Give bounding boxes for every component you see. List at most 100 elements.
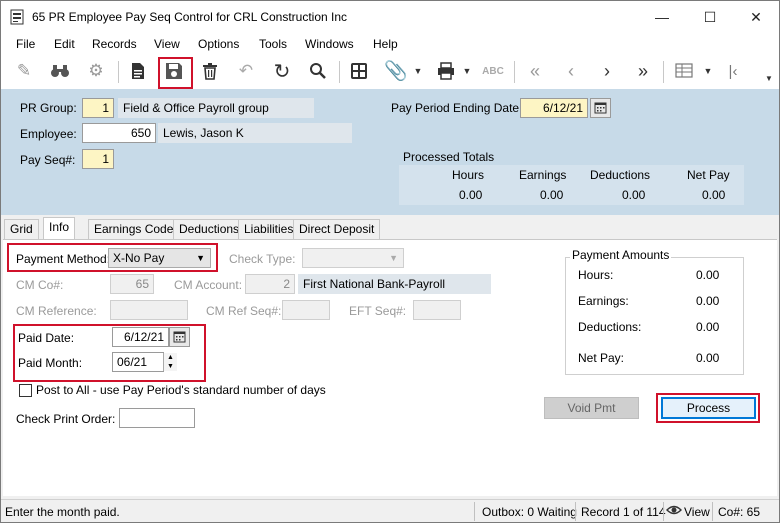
pr-group-description: Field & Office Payroll group bbox=[118, 98, 314, 118]
process-highlight bbox=[656, 393, 760, 423]
cm-reference-label: CM Reference: bbox=[16, 304, 97, 318]
cm-co-field[interactable]: 65 bbox=[110, 274, 154, 294]
print-icon[interactable] bbox=[434, 59, 458, 83]
calendar-icon[interactable] bbox=[590, 98, 611, 118]
chevron-down-icon[interactable]: ▼ bbox=[460, 59, 474, 83]
menu-windows[interactable]: Windows bbox=[305, 37, 354, 51]
status-separator bbox=[474, 502, 475, 521]
app-icon bbox=[10, 9, 24, 25]
post-to-all-label: Post to All - use Pay Period's standard … bbox=[36, 383, 326, 397]
post-to-all-checkbox[interactable] bbox=[19, 384, 32, 397]
toolbar-overflow-icon[interactable]: ▼ bbox=[763, 71, 775, 85]
delete-icon[interactable] bbox=[198, 59, 222, 83]
tab-info[interactable]: Info bbox=[43, 217, 76, 239]
tab-strip: Grid Info Earnings Codes Deductions Liab… bbox=[1, 217, 779, 239]
eye-icon[interactable] bbox=[666, 503, 682, 520]
pa-net-pay-label: Net Pay: bbox=[578, 351, 625, 365]
record-status: Record 1 of 114 bbox=[581, 505, 666, 519]
menu-tools[interactable]: Tools bbox=[259, 37, 287, 51]
totals-earnings-value: 0.00 bbox=[540, 188, 564, 202]
tab-liabilities[interactable]: Liabilities bbox=[238, 219, 300, 239]
last-record-icon[interactable]: » bbox=[631, 59, 655, 83]
totals-net-pay-value: 0.00 bbox=[702, 188, 726, 202]
eft-seq-field[interactable] bbox=[413, 300, 461, 320]
check-print-order-field[interactable] bbox=[119, 408, 195, 428]
previous-record-icon[interactable]: ‹ bbox=[559, 59, 583, 83]
menu-records[interactable]: Records bbox=[92, 37, 137, 51]
toolbar-separator bbox=[663, 61, 664, 83]
employee-name: Lewis, Jason K bbox=[158, 123, 352, 143]
document-icon[interactable] bbox=[126, 59, 150, 83]
pa-hours-value: 0.00 bbox=[696, 268, 720, 282]
undo-icon[interactable]: ↶ bbox=[234, 59, 258, 83]
payment-amounts-title: Payment Amounts bbox=[570, 248, 672, 262]
calculator-icon[interactable] bbox=[347, 59, 371, 83]
totals-hours-label: Hours bbox=[452, 168, 485, 182]
cm-ref-seq-field[interactable] bbox=[282, 300, 330, 320]
payment-method-highlight bbox=[7, 243, 218, 272]
close-button[interactable]: ✕ bbox=[733, 1, 779, 33]
pr-group-field[interactable]: 1 bbox=[82, 98, 114, 118]
info-panel: Payment Method: X-No Pay ▼ Check Type: ▼… bbox=[3, 239, 777, 496]
menu-file[interactable]: File bbox=[16, 37, 35, 51]
refresh-icon[interactable]: ↻ bbox=[270, 59, 294, 83]
employee-field[interactable]: 650 bbox=[82, 123, 156, 143]
binoculars-icon[interactable] bbox=[48, 59, 72, 83]
pay-period-field[interactable]: 6/12/21 bbox=[520, 98, 588, 118]
save-highlight bbox=[158, 57, 193, 89]
totals-hours-value: 0.00 bbox=[459, 188, 483, 202]
minimize-button[interactable]: — bbox=[639, 1, 685, 33]
gear-icon[interactable]: ⚙ bbox=[84, 59, 108, 83]
spellcheck-icon[interactable]: ABC bbox=[481, 59, 505, 83]
totals-earnings-label: Earnings bbox=[519, 168, 567, 182]
pa-deductions-label: Deductions: bbox=[578, 320, 642, 334]
totals-net-pay-label: Net Pay bbox=[687, 168, 730, 182]
pa-hours-label: Hours: bbox=[578, 268, 614, 282]
toolbar-separator bbox=[514, 61, 515, 83]
employee-label: Employee: bbox=[20, 127, 77, 141]
tab-direct-deposit[interactable]: Direct Deposit bbox=[293, 219, 381, 239]
grid-settings-icon[interactable] bbox=[673, 59, 697, 83]
window-title: 65 PR Employee Pay Seq Control for CRL C… bbox=[32, 10, 348, 24]
cm-account-field[interactable]: 2 bbox=[245, 274, 295, 294]
toolbar: ✎ ⚙ ↶ ↻ 📎 ▼ ▼ ABC « ‹ › » ▼ |‹ ▼ bbox=[1, 55, 779, 90]
search-icon[interactable] bbox=[306, 59, 330, 83]
first-record-icon[interactable]: « bbox=[523, 59, 547, 83]
attachment-icon[interactable]: 📎 bbox=[384, 59, 408, 83]
pr-group-label: PR Group: bbox=[20, 101, 77, 115]
collapse-left-icon[interactable]: |‹ bbox=[721, 59, 745, 83]
tab-grid[interactable]: Grid bbox=[4, 219, 39, 239]
chevron-down-icon[interactable]: ▼ bbox=[701, 59, 715, 83]
outbox-status[interactable]: Outbox: 0 Waiting bbox=[482, 505, 577, 519]
status-separator bbox=[712, 502, 713, 521]
cm-ref-seq-label: CM Ref Seq#: bbox=[206, 304, 282, 318]
cm-account-label: CM Account: bbox=[174, 278, 243, 292]
next-record-icon[interactable]: › bbox=[595, 59, 619, 83]
check-type-select[interactable]: ▼ bbox=[302, 248, 404, 268]
maximize-button[interactable]: ☐ bbox=[687, 1, 733, 33]
pay-seq-field[interactable]: 1 bbox=[82, 149, 114, 169]
cm-account-description: First National Bank-Payroll bbox=[298, 274, 491, 294]
menu-help[interactable]: Help bbox=[373, 37, 398, 51]
menu-view[interactable]: View bbox=[154, 37, 180, 51]
pa-net-pay-value: 0.00 bbox=[696, 351, 720, 365]
void-pmt-button[interactable]: Void Pmt bbox=[544, 397, 639, 419]
check-print-order-label: Check Print Order: bbox=[16, 412, 116, 426]
eft-seq-label: EFT Seq#: bbox=[349, 304, 407, 318]
menu-options[interactable]: Options bbox=[198, 37, 239, 51]
menu-bar: File Edit Records View Options Tools Win… bbox=[1, 33, 779, 55]
pa-deductions-value: 0.00 bbox=[696, 320, 720, 334]
pa-earnings-label: Earnings: bbox=[578, 294, 629, 308]
edit-check-icon[interactable]: ✎ bbox=[12, 59, 36, 83]
pay-seq-label: Pay Seq#: bbox=[20, 153, 76, 167]
tab-deductions[interactable]: Deductions bbox=[173, 219, 246, 239]
tab-earnings-codes[interactable]: Earnings Codes bbox=[88, 219, 186, 239]
toolbar-separator bbox=[118, 61, 119, 83]
pay-period-label: Pay Period Ending Date: bbox=[391, 101, 523, 115]
menu-edit[interactable]: Edit bbox=[54, 37, 75, 51]
view-status[interactable]: View bbox=[684, 505, 710, 519]
chevron-down-icon[interactable]: ▼ bbox=[411, 59, 425, 83]
cm-reference-field[interactable] bbox=[110, 300, 188, 320]
totals-deductions-value: 0.00 bbox=[622, 188, 646, 202]
status-separator bbox=[575, 502, 576, 521]
